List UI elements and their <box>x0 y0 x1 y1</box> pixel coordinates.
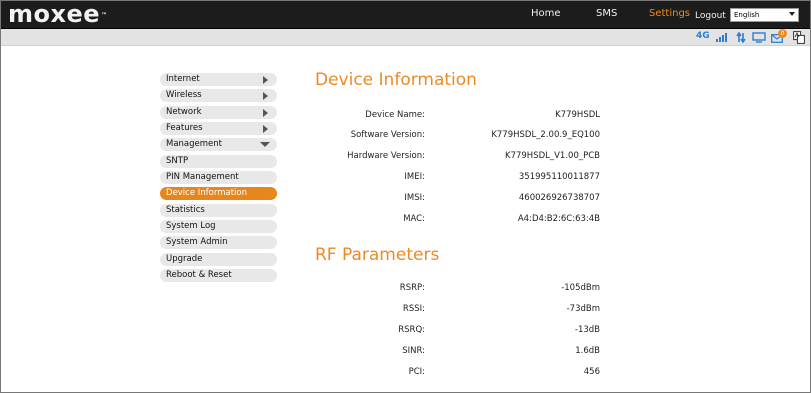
rf-parameters-title: RF Parameters <box>315 245 440 265</box>
menu-features[interactable]: Features <box>160 122 277 135</box>
submenu-label: SNTP <box>166 156 189 166</box>
submenu-reboot-reset[interactable]: Reboot & Reset <box>160 269 277 282</box>
submenu-label: System Admin <box>166 237 228 247</box>
chevron-right-icon <box>263 125 268 133</box>
rssi-label: RSSI: <box>402 304 425 314</box>
nav-home[interactable]: Home <box>531 8 561 19</box>
submenu-pin-management[interactable]: PIN Management <box>160 171 277 184</box>
pci-label: PCI: <box>408 367 425 377</box>
imei-value: 351995110011877 <box>518 172 600 182</box>
submenu-label: PIN Management <box>166 172 239 182</box>
submenu-label: Device Information <box>166 188 247 198</box>
chevron-right-icon <box>263 92 268 100</box>
device-information-title: Device Information <box>315 70 477 90</box>
submenu-label: Upgrade <box>166 254 203 264</box>
imsi-value: 460026926738707 <box>518 193 600 203</box>
imei-label: IMEI: <box>404 172 425 182</box>
submenu-statistics[interactable]: Statistics <box>160 204 277 217</box>
sms-count-badge: 0 <box>778 29 787 38</box>
rsrp-value: -105dBm <box>561 283 600 293</box>
software-version-label: Software Version: <box>350 130 425 140</box>
data-transfer-icon <box>736 32 746 43</box>
submenu-label: Statistics <box>166 205 205 215</box>
top-navigation-bar: moxee™ Home SMS Settings Logout English <box>0 0 811 29</box>
chevron-right-icon <box>263 109 268 117</box>
language-select-value: English <box>734 11 760 19</box>
rssi-value: -73dBm <box>566 304 600 314</box>
device-name-value: K779HSDL <box>555 110 600 120</box>
message-icon[interactable]: 0 <box>771 29 789 45</box>
signal-icon <box>716 33 728 42</box>
chevron-down-icon <box>789 12 795 16</box>
nav-sms[interactable]: SMS <box>596 8 617 19</box>
rsrq-value: -13dB <box>574 325 600 335</box>
computer-icon <box>752 32 766 43</box>
menu-label: Network <box>166 107 202 117</box>
logo-text: moxee <box>8 0 101 28</box>
chevron-right-icon <box>263 76 268 84</box>
submenu-upgrade[interactable]: Upgrade <box>160 253 277 266</box>
language-select[interactable]: English <box>730 8 799 22</box>
menu-label: Management <box>166 139 222 149</box>
language-icon[interactable] <box>793 31 805 44</box>
hardware-version-label: Hardware Version: <box>347 151 425 161</box>
submenu-system-admin[interactable]: System Admin <box>160 236 277 249</box>
nav-settings[interactable]: Settings <box>649 8 690 19</box>
submenu-system-log[interactable]: System Log <box>160 220 277 233</box>
menu-label: Internet <box>166 74 200 84</box>
pci-value: 456 <box>583 367 600 377</box>
imsi-label: IMSI: <box>404 193 425 203</box>
moxee-logo[interactable]: moxee™ <box>8 1 108 27</box>
hardware-version-value: K779HSDL_V1.00_PCB <box>505 151 600 161</box>
submenu-sntp[interactable]: SNTP <box>160 155 277 168</box>
trademark-mark: ™ <box>101 12 108 19</box>
mac-value: A4:D4:B2:6C:63:4B <box>517 214 600 224</box>
logout-link[interactable]: Logout <box>695 11 726 21</box>
chevron-down-icon <box>260 142 270 147</box>
mac-label: MAC: <box>403 214 425 224</box>
status-bar: 4G 0 <box>0 29 811 46</box>
rsrp-label: RSRP: <box>399 283 425 293</box>
network-type-label: 4G <box>696 31 710 41</box>
menu-wireless[interactable]: Wireless <box>160 89 277 102</box>
rsrq-label: RSRQ: <box>398 325 425 335</box>
sinr-value: 1.6dB <box>575 346 600 356</box>
submenu-device-information[interactable]: Device Information <box>160 187 277 200</box>
menu-label: Wireless <box>166 90 202 100</box>
menu-label: Features <box>166 123 203 133</box>
software-version-value: K779HSDL_2.00.9_EQ100 <box>491 130 600 140</box>
menu-internet[interactable]: Internet <box>160 73 277 86</box>
submenu-label: Reboot & Reset <box>166 270 232 280</box>
device-name-label: Device Name: <box>365 110 425 120</box>
sinr-label: SINR: <box>402 346 425 356</box>
menu-network[interactable]: Network <box>160 106 277 119</box>
menu-management[interactable]: Management <box>160 138 277 151</box>
submenu-label: System Log <box>166 221 216 231</box>
